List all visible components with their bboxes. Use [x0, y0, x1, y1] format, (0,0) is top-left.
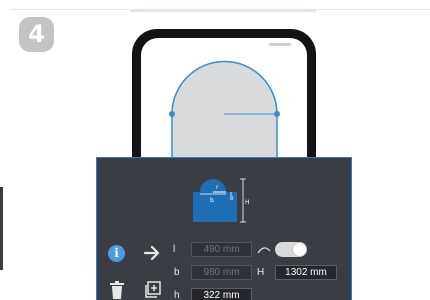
trash-icon[interactable] — [109, 281, 125, 299]
field-b-label: b — [174, 267, 180, 278]
diagram-inner-label: l — [232, 196, 233, 202]
top-highlight-strip — [130, 9, 316, 12]
field-h-label: h — [174, 290, 180, 300]
side-panel-tab[interactable] — [0, 187, 3, 270]
field-h-input[interactable]: 322 mm — [191, 288, 252, 300]
field-b-input[interactable]: 980 mm — [191, 265, 252, 280]
diagram-height-label: H — [245, 199, 250, 206]
curve-icon — [257, 247, 271, 254]
diagram-width-label: b — [210, 197, 214, 204]
field-H-input[interactable]: 1302 mm — [275, 265, 337, 280]
field-H-label: H — [257, 267, 265, 278]
field-l-input[interactable]: 490 mm — [191, 242, 252, 257]
right-handle — [274, 111, 280, 117]
toggle-knob — [293, 243, 306, 256]
info-icon[interactable]: i — [108, 245, 125, 262]
left-handle — [169, 111, 175, 117]
field-l-label: l — [173, 244, 176, 255]
add-box-icon[interactable] — [144, 280, 162, 298]
dimensions-panel: r b l H i l 490 mm b 980 mm H 1302 mm h … — [96, 157, 352, 300]
step-number-badge: 4 — [19, 17, 54, 52]
arrow-right-icon[interactable] — [143, 244, 161, 262]
arch-toggle[interactable] — [275, 242, 307, 257]
dimension-diagram: r b l H — [193, 178, 250, 223]
